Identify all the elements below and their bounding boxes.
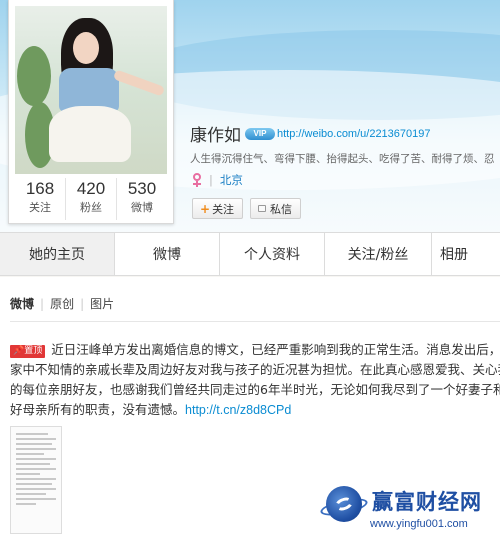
- profile-location[interactable]: 北京: [220, 172, 243, 188]
- profile-card: 168 关注 420 粉丝 530 微博: [8, 0, 174, 224]
- profile-stats: 168 关注 420 粉丝 530 微博: [15, 178, 167, 220]
- avatar-arm: [112, 69, 166, 97]
- stat-following[interactable]: 168 关注: [15, 178, 66, 220]
- post-text: 好母亲所有的职责，没有遗憾。: [10, 402, 186, 417]
- stat-followers[interactable]: 420 粉丝: [66, 178, 117, 220]
- watermark-url: www.yingfu001.com: [370, 518, 468, 530]
- follow-button-label: 关注: [212, 202, 235, 216]
- post-line: 好母亲所有的职责，没有遗憾。http://t.cn/z8d8CPd: [10, 400, 500, 420]
- avatar-face: [73, 32, 99, 64]
- message-button-label: 私信: [270, 202, 292, 216]
- female-gender-icon: [192, 173, 202, 187]
- stat-value: 420: [76, 179, 106, 198]
- post-text: 近日汪峰单方发出离婚信息的博文，已经严重影响到我的正常生活。消息发出后，: [51, 342, 500, 357]
- plus-icon: +: [200, 201, 211, 216]
- stat-value: 168: [25, 179, 55, 198]
- vip-badge-icon[interactable]: VIP: [245, 127, 275, 140]
- filter-weibo[interactable]: 微博: [10, 295, 34, 312]
- stat-label: 关注: [29, 201, 51, 214]
- post-text: 的每位亲朋好友，也感谢我们曾经共同走过的6年半时光，无论如何我尽到了一个好妻子和: [10, 382, 500, 397]
- site-watermark: 赢富财经网 www.yingfu001.com: [319, 480, 500, 542]
- stat-posts[interactable]: 530 微博: [117, 178, 167, 220]
- stat-label: 粉丝: [80, 201, 102, 214]
- tab-weibo[interactable]: 微博: [115, 233, 220, 275]
- profile-url-link[interactable]: http://weibo.com/u/2213670197: [277, 128, 431, 140]
- post-text: 家中不知情的亲戚长辈及周边好友对我与孩子的近况甚为担忧。在此真心感恩爱我、关心我: [10, 362, 500, 377]
- avatar-skirt: [49, 106, 131, 162]
- watermark-logo-icon: [326, 486, 362, 522]
- tab-profile-info[interactable]: 个人资料: [220, 233, 325, 275]
- profile-name-row: 康作如 VIP http://weibo.com/u/2213670197: [190, 121, 431, 146]
- tab-home[interactable]: 她的主页: [0, 233, 115, 275]
- post-line: 📌置顶 近日汪峰单方发出离婚信息的博文，已经严重影响到我的正常生活。消息发出后，: [10, 340, 500, 360]
- watermark-title: 赢富财经网: [372, 490, 482, 514]
- stat-label: 微博: [131, 201, 153, 214]
- filter-separator: |: [80, 296, 85, 311]
- follow-button[interactable]: + 关注: [192, 198, 243, 219]
- filter-images[interactable]: 图片: [90, 295, 114, 312]
- pinned-post: 📌置顶 近日汪峰单方发出离婚信息的博文，已经严重影响到我的正常生活。消息发出后， …: [10, 340, 500, 420]
- meta-separator: |: [209, 173, 213, 187]
- profile-tabs: 她的主页 微博 个人资料 关注/粉丝 相册: [0, 232, 500, 276]
- divider: [10, 321, 500, 322]
- envelope-icon: [258, 205, 266, 212]
- tab-follow-fans[interactable]: 关注/粉丝: [325, 233, 432, 275]
- pinned-badge: 📌置顶: [10, 345, 46, 358]
- stat-value: 530: [127, 179, 157, 198]
- post-short-link[interactable]: http://t.cn/z8d8CPd: [185, 403, 291, 417]
- avatar[interactable]: [15, 6, 167, 174]
- message-button[interactable]: 私信: [250, 198, 301, 219]
- filter-separator: |: [40, 296, 45, 311]
- profile-meta-row: | 北京: [192, 172, 243, 188]
- filter-original[interactable]: 原创: [50, 295, 74, 312]
- post-image-thumbnail[interactable]: [10, 426, 62, 534]
- feed-filter-nav: 微博 | 原创 | 图片: [10, 295, 114, 312]
- profile-name: 康作如: [190, 126, 241, 146]
- profile-bio: 人生得沉得住气、弯得下腰、抬得起头、吃得了苦、耐得了烦、忍: [190, 153, 495, 165]
- plant-decoration: [17, 46, 51, 106]
- tab-album[interactable]: 相册: [432, 233, 500, 275]
